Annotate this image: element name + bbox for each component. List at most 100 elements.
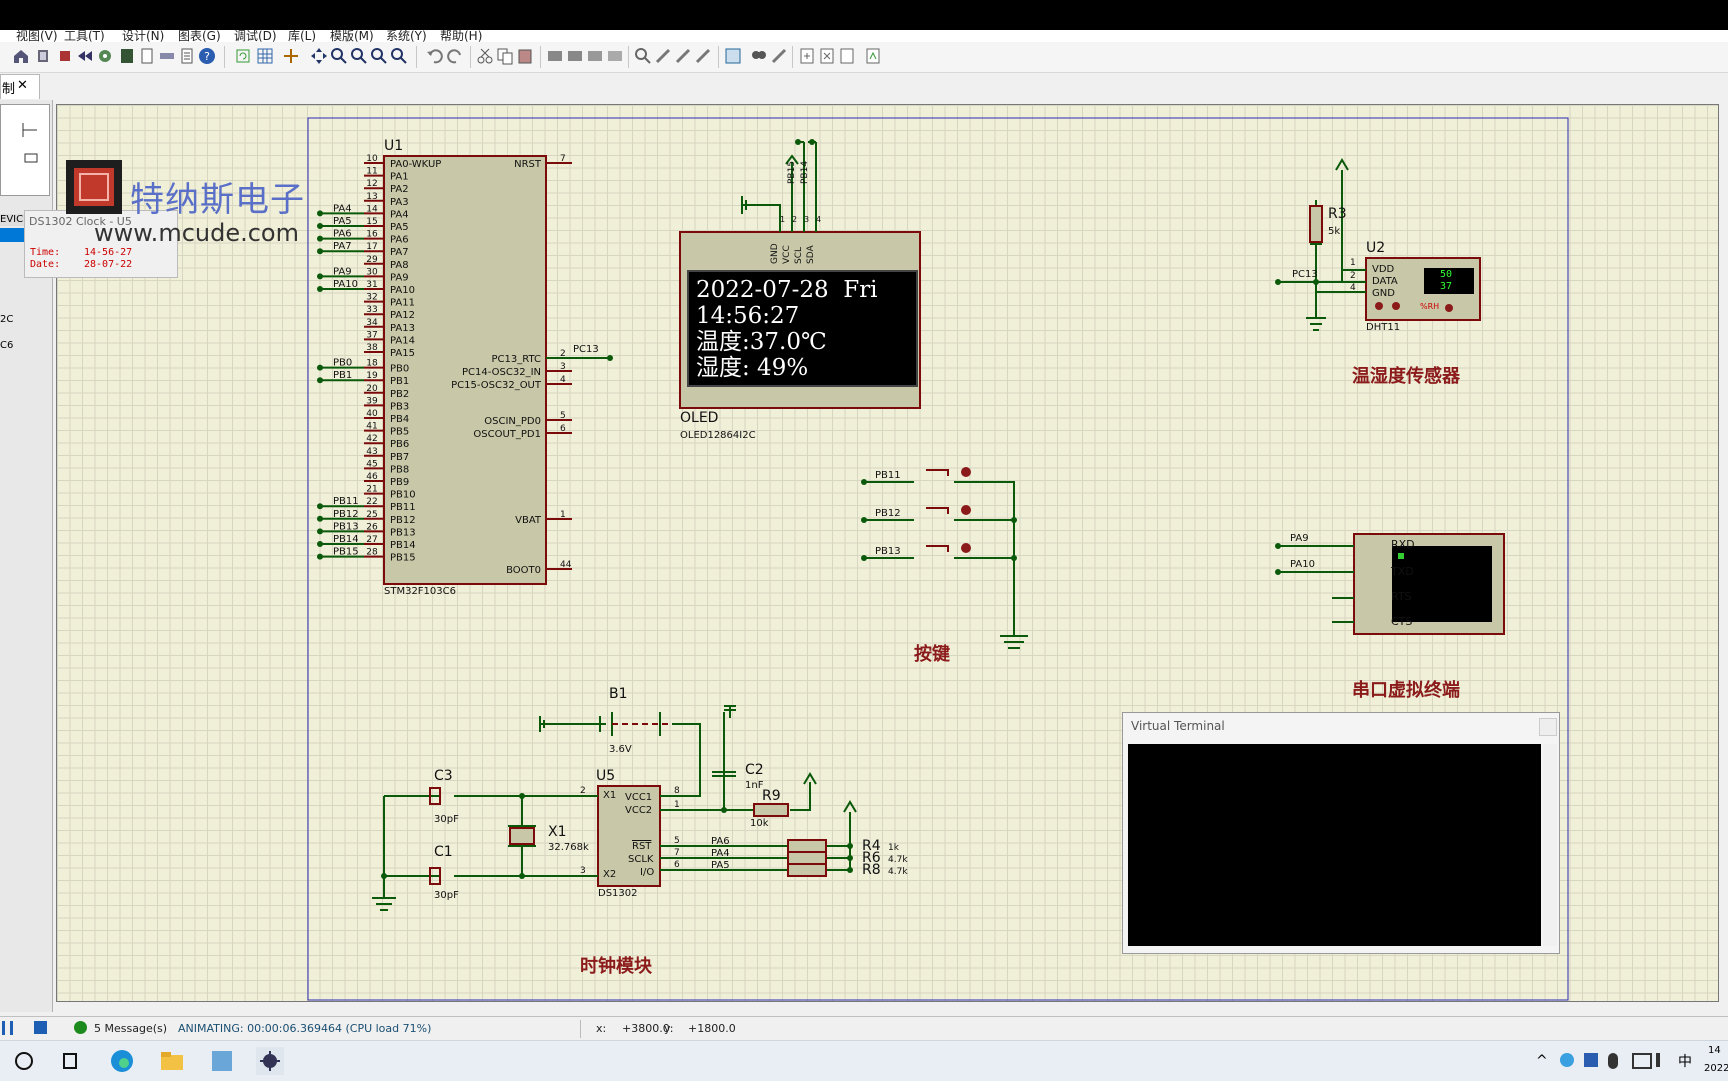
terminal-net-label: PA10 [1290, 559, 1315, 570]
mcu-pin-number: 18 [366, 359, 378, 369]
rtc-net-label: PA6 [711, 836, 730, 847]
close-icon[interactable] [1539, 718, 1557, 736]
mcu-pin-number: 3 [560, 362, 566, 372]
r6-value: 4.7k [888, 855, 908, 865]
mcu-pin-name: PB5 [390, 427, 409, 438]
oled-line-time: 14:56:27 [696, 303, 800, 329]
dht-pin-data: DATA [1372, 276, 1398, 287]
mcu-pin-name: PA13 [390, 323, 415, 334]
clock-date[interactable]: 2022 [1704, 1063, 1728, 1074]
file-explorer-icon[interactable] [158, 1047, 186, 1075]
rtc-part: DS1302 [598, 888, 638, 899]
resistor-r9[interactable] [753, 803, 789, 817]
mcu-pin-name: PA7 [390, 247, 409, 258]
vertical-scrollbar[interactable] [1543, 744, 1557, 946]
dht-ref: U2 [1366, 240, 1386, 256]
dht-pin-num: 2 [1350, 271, 1356, 281]
terminal-net-label: PA9 [1290, 533, 1309, 544]
y-coord-label: y: [664, 1022, 674, 1035]
virtual-terminal-title: Virtual Terminal [1131, 719, 1225, 733]
mcu-pin-name: PA11 [390, 298, 415, 309]
mcu-pin-name: PB11 [390, 502, 416, 513]
resistor-r3[interactable] [1309, 205, 1323, 243]
mcu-pin-name: PA5 [390, 222, 409, 233]
clock-popup-time: 14-56-27 [84, 247, 133, 258]
net-junction [317, 223, 323, 229]
button-net-label: PB13 [875, 546, 901, 557]
clock-module-label: 时钟模块 [580, 956, 652, 977]
messages-count[interactable]: 5 Message(s) [94, 1022, 167, 1035]
pc13-net-label: PC13 [573, 344, 599, 355]
mcu-pin-name: PB14 [390, 540, 416, 551]
oled-pin-sda: SDA [806, 245, 816, 264]
mcu-pin-number: 37 [366, 330, 377, 340]
mcu-pin-name: PA8 [390, 260, 409, 271]
windows-taskbar: ^ 中 14 2022 [0, 1040, 1728, 1081]
shield-icon[interactable] [1584, 1053, 1598, 1067]
clock-time[interactable]: 14 [1708, 1045, 1721, 1056]
search-icon[interactable] [10, 1047, 38, 1075]
microphone-icon[interactable] [1608, 1053, 1618, 1069]
resistor-r6[interactable] [787, 851, 827, 865]
rtc-pin-num: 6 [674, 860, 680, 870]
net-junction [317, 273, 323, 280]
dht-pin-num: 4 [1350, 283, 1356, 293]
stop-icon[interactable] [34, 1021, 47, 1034]
mcu-pin-number: 26 [366, 522, 378, 532]
crystal-x1[interactable] [509, 827, 535, 845]
rtc-net-label: PA5 [711, 860, 730, 871]
mcu-pin-name: OSCIN_PD0 [484, 416, 541, 427]
mcu-ref: U1 [384, 138, 404, 154]
mcu-net-label: PA10 [333, 279, 358, 290]
net-junction [317, 515, 323, 522]
mcu-pin-name: PC15-OSC32_OUT [451, 380, 542, 391]
push-buttons[interactable] [864, 469, 1028, 649]
rtc-pin-rst: RST [632, 841, 652, 852]
volume-icon[interactable] [1656, 1053, 1674, 1067]
serial-terminal[interactable] [1353, 533, 1505, 635]
resistor-r8[interactable] [787, 863, 827, 877]
rtc-pin-vcc2: VCC2 [625, 805, 653, 816]
mcu-pin-number: 12 [366, 179, 377, 189]
mcu-pin-name: PB12 [390, 515, 416, 526]
status-bar: 5 Message(s) ANIMATING: 00:00:06.369464 … [0, 1016, 1728, 1041]
x1-ref: X1 [548, 824, 567, 840]
pause-icon[interactable] [2, 1021, 13, 1035]
net-junction [317, 364, 323, 371]
display-icon[interactable] [1632, 1053, 1652, 1069]
oled-line-humidity: 湿度: 49% [696, 355, 809, 381]
oled-net-scl: PB15 [787, 160, 797, 184]
resistor-r4[interactable] [787, 839, 827, 853]
oled-part: OLED12864I2C [680, 430, 756, 441]
app-icon[interactable] [208, 1047, 236, 1075]
mcu-pin-name: PB6 [390, 439, 409, 450]
mcu-pin-number: 38 [366, 343, 378, 353]
oled-pin-scl: SCL [794, 246, 804, 264]
mcu-pin-number: 33 [366, 305, 377, 315]
mcu-pin-number: 25 [366, 510, 377, 520]
r3-ref: R3 [1328, 206, 1347, 222]
info-icon [74, 1021, 87, 1034]
c1-value: 30pF [434, 890, 459, 901]
rtc-pin-x2: X2 [603, 869, 617, 880]
clock-popup-date-label: Date: [30, 259, 61, 270]
net-junction [317, 210, 323, 217]
edge-browser-icon[interactable] [108, 1047, 136, 1075]
buttons-module-label: 按键 [914, 644, 950, 665]
virtual-terminal-output[interactable] [1128, 744, 1541, 946]
proteus-app-icon[interactable] [256, 1047, 284, 1075]
mcu-pin-number: 6 [560, 424, 566, 434]
network-status-icon[interactable] [1560, 1053, 1574, 1067]
sensor-module-label: 温湿度传感器 [1352, 366, 1460, 387]
terminal-pin-rxd: RXD [1391, 538, 1415, 551]
chevron-up-icon[interactable]: ^ [1536, 1053, 1548, 1069]
mcu-pin-number: 1 [560, 510, 566, 520]
virtual-terminal-window[interactable]: Virtual Terminal [1122, 712, 1560, 954]
mcu-pin-name: PA3 [390, 197, 409, 208]
rtc-pin-num: 1 [674, 800, 680, 810]
task-view-icon[interactable] [56, 1047, 84, 1075]
ime-indicator[interactable]: 中 [1678, 1051, 1692, 1071]
mcu-net-label: PB15 [333, 547, 359, 558]
terminal-pin-cts: CTS [1391, 615, 1413, 628]
mcu-pin-name: PA12 [390, 310, 415, 321]
